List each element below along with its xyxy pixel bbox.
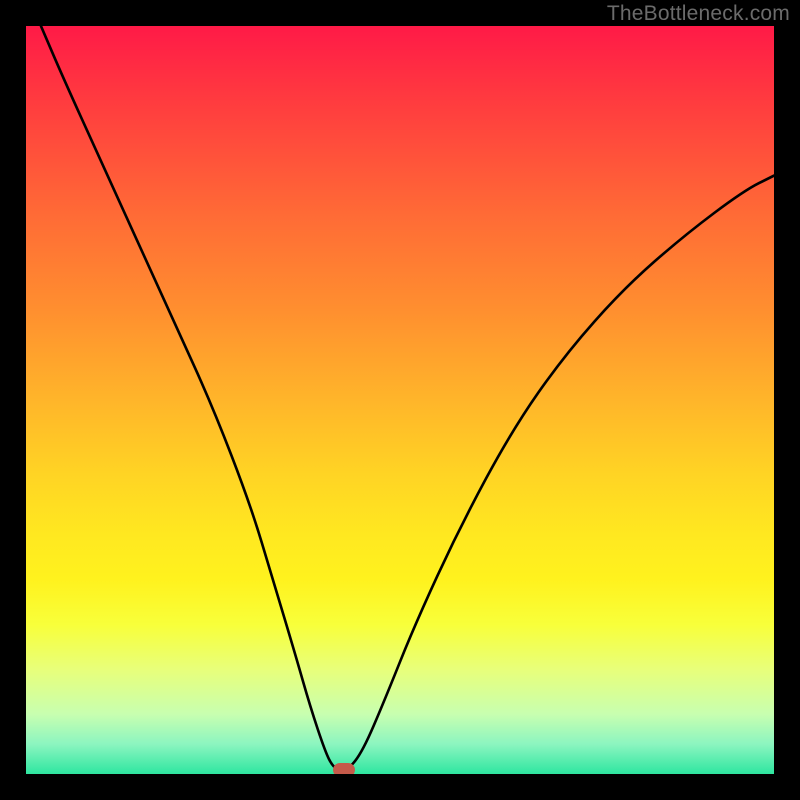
optimum-marker [333, 763, 355, 774]
curve-layer [26, 26, 774, 774]
plot-area [26, 26, 774, 774]
watermark-text: TheBottleneck.com [607, 2, 790, 26]
bottleneck-curve [41, 26, 774, 770]
chart-frame: TheBottleneck.com [0, 0, 800, 800]
